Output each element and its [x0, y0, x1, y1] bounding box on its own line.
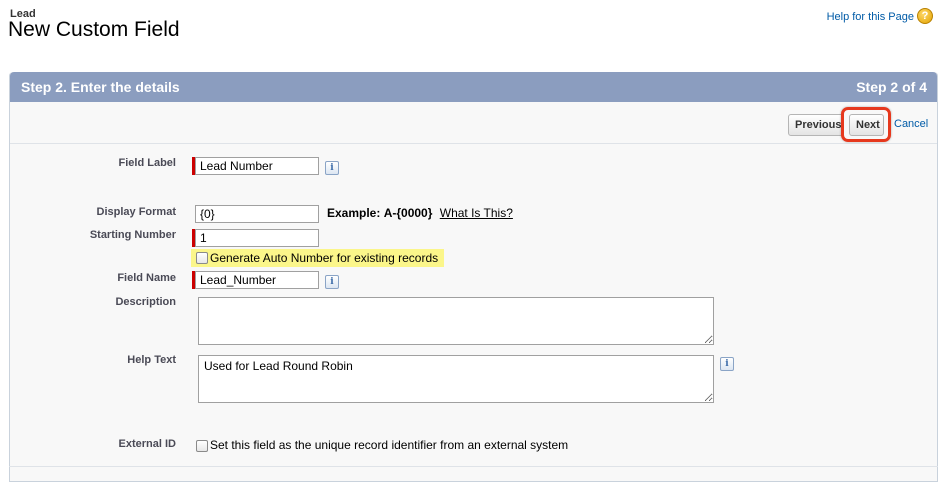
external-id-checkbox[interactable] — [196, 440, 208, 452]
what-is-this-link[interactable]: What Is This? — [440, 206, 513, 220]
field-label-label: Field Label — [118, 157, 176, 169]
page-title: New Custom Field — [8, 18, 180, 41]
field-name-label: Field Name — [117, 272, 176, 284]
starting-number-label: Starting Number — [89, 229, 176, 241]
step-header: Step 2. Enter the details Step 2 of 4 — [10, 72, 937, 102]
cancel-link[interactable]: Cancel — [894, 118, 928, 130]
display-format-example: Example: A-{0000} What Is This? — [327, 206, 513, 220]
generate-auto-number-label: Generate Auto Number for existing record… — [210, 251, 439, 265]
example-prefix: Example: — [327, 206, 381, 220]
description-textarea[interactable] — [198, 297, 714, 345]
previous-button[interactable]: Previous — [788, 114, 844, 136]
example-value: A-{0000} — [383, 206, 433, 220]
button-bar: Previous Next Cancel — [10, 102, 937, 144]
help-for-this-page-link[interactable]: Help for this Page — [827, 11, 914, 23]
info-icon[interactable]: i — [720, 357, 734, 371]
help-text-label: Help Text — [127, 354, 176, 366]
help-icon[interactable]: ? — [917, 8, 933, 24]
help-text-textarea[interactable]: Used for Lead Round Robin — [198, 355, 714, 403]
external-id-checkbox-label: Set this field as the unique record iden… — [210, 438, 569, 452]
info-icon[interactable]: i — [325, 275, 339, 289]
divider — [9, 466, 938, 467]
display-format-label: Display Format — [96, 206, 176, 218]
step-counter: Step 2 of 4 — [856, 79, 927, 95]
info-icon[interactable]: i — [325, 161, 339, 175]
starting-number-input[interactable] — [195, 229, 319, 247]
generate-auto-number-checkbox[interactable] — [196, 252, 208, 264]
step-title: Step 2. Enter the details — [21, 79, 180, 95]
field-name-input[interactable] — [195, 271, 319, 289]
display-format-input[interactable] — [195, 205, 319, 223]
next-button[interactable]: Next — [849, 114, 884, 136]
field-label-input[interactable] — [195, 157, 319, 175]
external-id-label: External ID — [118, 438, 176, 450]
description-label: Description — [115, 296, 176, 308]
